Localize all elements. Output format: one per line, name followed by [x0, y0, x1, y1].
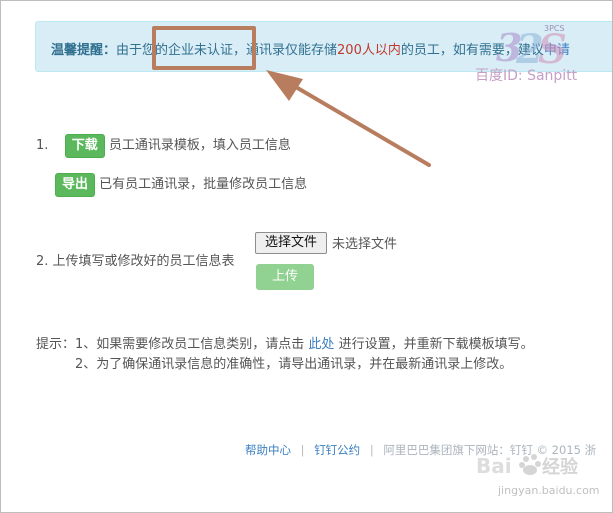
dingtalk-terms-link[interactable]: 钉钉公约 [314, 443, 360, 457]
watermark-logo-text: 3PCS [544, 24, 565, 33]
tip-1-suffix: 进行设置，并重新下载模板填写。 [338, 337, 534, 352]
help-center-link[interactable]: 帮助中心 [245, 443, 291, 457]
watermark-logo-icon: 3 2 S 3PCS [496, 24, 567, 69]
settings-here-link[interactable]: 此处 [308, 337, 334, 352]
step-2-row: 2. 上传填写或修改好的员工信息表 [36, 250, 235, 269]
upload-button[interactable]: 上传 [256, 264, 314, 290]
step-2-number: 2. [36, 254, 49, 269]
download-description: 员工通讯录模板，填入员工信息 [108, 138, 291, 153]
tip-line-2: 2、为了确保通讯录信息的准确性，请导出通讯录，并在最新通讯录上修改。 [75, 357, 513, 372]
page-frame: 温馨提醒：由于您的企业未认证，通讯录仅能存储200人以内的员工，如有需要，建议申… [0, 0, 613, 513]
step-1-number: 1. [36, 138, 49, 153]
download-button[interactable]: 下载 [64, 134, 105, 158]
step-1-row: 1. 下载 员工通讯录模板，填入员工信息 [36, 134, 291, 158]
svg-text:Bai: Bai [476, 454, 512, 478]
tip-line-1: 提示：1、如果需要修改员工信息类别，请点击 此处 进行设置，并重新下载模板填写。 [36, 333, 534, 352]
export-row: 导出 已有员工通讯录，批量修改员工信息 [55, 173, 307, 197]
footer-separator: | [300, 443, 305, 457]
step-2-description: 上传填写或修改好的员工信息表 [52, 254, 235, 269]
svg-text:经验: 经验 [542, 456, 579, 478]
jingyan-watermark-url: jingyan.baidu.com [498, 484, 600, 497]
no-file-chosen-label: 未选择文件 [332, 237, 398, 252]
footer-separator: | [369, 443, 374, 457]
export-button[interactable]: 导出 [55, 173, 96, 197]
tip-1-prefix: 提示：1、如果需要修改员工信息类别，请点击 [36, 337, 305, 352]
export-description: 已有员工通讯录，批量修改员工信息 [99, 177, 308, 192]
choose-file-button[interactable]: 选择文件 [255, 232, 327, 254]
baidu-id-watermark: 百度ID: Sanpitt [475, 68, 578, 84]
